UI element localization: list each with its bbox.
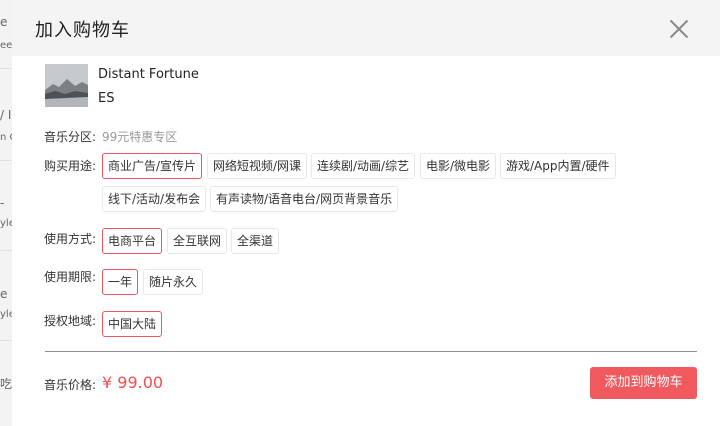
- usage-method-label: 使用方式:: [44, 232, 97, 246]
- usage-option-commercial-ad[interactable]: 商业广告/宣传片: [102, 153, 203, 179]
- background-divider: [0, 160, 12, 161]
- background-text: n C: [0, 132, 12, 143]
- period-option-one-year[interactable]: 一年: [102, 269, 139, 295]
- add-to-cart-button[interactable]: 添加到购物车: [590, 367, 697, 399]
- background-divider: [0, 68, 12, 69]
- divider: [45, 351, 697, 352]
- region-option-mainland-china[interactable]: 中国大陆: [102, 311, 163, 337]
- usage-option-short-video[interactable]: 网络短视频/网课: [207, 153, 308, 179]
- add-to-cart-modal: 加入购物车 Distant Fortune ES 音乐分区: 99元特惠专区 购…: [12, 0, 720, 426]
- background-text: / I: [0, 108, 12, 122]
- background-text: ee: [0, 40, 12, 51]
- track-title: Distant Fortune: [98, 67, 199, 82]
- background-text: -: [0, 196, 5, 210]
- usage-option-offline-event[interactable]: 线下/活动/发布会: [102, 186, 207, 212]
- background-page: e F ee / I n C - yle e yle 吃: [0, 0, 12, 426]
- method-option-internet[interactable]: 全互联网: [167, 228, 228, 254]
- background-text: e: [0, 287, 8, 301]
- method-option-ecommerce[interactable]: 电商平台: [102, 228, 163, 254]
- background-text: yle: [0, 218, 12, 229]
- price-label: 音乐价格:: [44, 378, 97, 392]
- method-option-all-channels[interactable]: 全渠道: [231, 228, 280, 254]
- landscape-icon: [45, 64, 88, 107]
- price-value: ¥ 99.00: [102, 373, 164, 392]
- close-icon[interactable]: [664, 14, 694, 44]
- usage-period-label: 使用期限:: [44, 270, 97, 284]
- music-zone-label: 音乐分区:: [44, 130, 97, 144]
- usage-option-audiobook-radio[interactable]: 有声读物/语音电台/网页背景音乐: [210, 186, 399, 212]
- usage-option-series-animation[interactable]: 连续剧/动画/综艺: [311, 153, 416, 179]
- modal-header: 加入购物车: [12, 0, 720, 56]
- background-text: 吃: [0, 377, 12, 391]
- background-divider: [0, 250, 12, 251]
- usage-option-game-app[interactable]: 游戏/App内置/硬件: [500, 153, 616, 179]
- music-zone-value: 99元特惠专区: [102, 130, 178, 144]
- background-text: yle: [0, 309, 12, 320]
- album-cover: [45, 64, 88, 107]
- period-option-permanent[interactable]: 随片永久: [143, 269, 204, 295]
- usage-option-film[interactable]: 电影/微电影: [420, 153, 497, 179]
- modal-title: 加入购物车: [35, 20, 130, 41]
- background-text: e F: [0, 15, 12, 29]
- license-region-label: 授权地域:: [44, 314, 97, 328]
- background-divider: [0, 340, 12, 341]
- track-artist: ES: [98, 91, 115, 106]
- purchase-usage-label: 购买用途:: [44, 159, 97, 173]
